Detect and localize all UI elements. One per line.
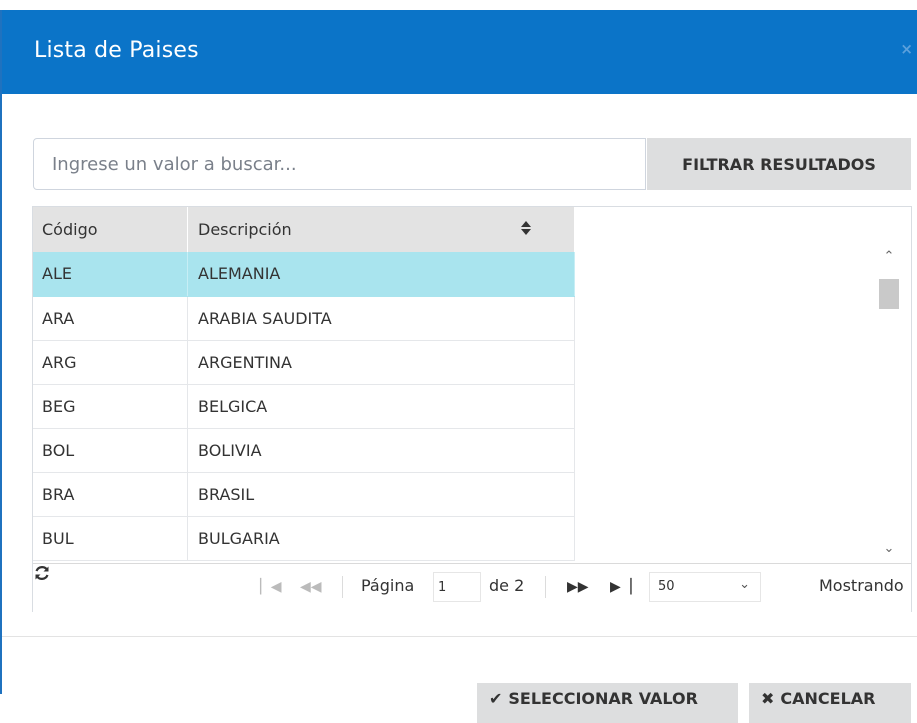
description-cell: ARGENTINA [187, 340, 575, 385]
first-page-icon[interactable]: ▏◀ [260, 579, 282, 595]
pager-info: Mostrando [819, 576, 904, 595]
filter-results-button[interactable]: FILTRAR RESULTADOS [647, 138, 911, 190]
page-size-select[interactable]: 50 ⌄ [649, 572, 761, 602]
cancel-label: CANCELAR [780, 689, 876, 708]
code-cell: BUL [33, 516, 188, 561]
search-input[interactable] [33, 138, 646, 190]
chevron-down-icon: ⌄ [739, 577, 750, 592]
table-row[interactable]: BEG BELGICA [33, 384, 575, 429]
dialog-header: Lista de Paises × [2, 10, 917, 94]
refresh-icon[interactable] [33, 564, 51, 582]
code-cell: BRA [33, 472, 188, 517]
cancel-button[interactable]: ✖ CANCELAR [749, 683, 911, 723]
column-header-descripcion-label: Descripción [198, 220, 292, 239]
next-page-icon[interactable]: ▶▶ [567, 579, 589, 595]
description-cell: BELGICA [187, 384, 575, 429]
code-cell: ARG [33, 340, 188, 385]
description-cell: BRASIL [187, 472, 575, 517]
description-cell: BOLIVIA [187, 428, 575, 473]
last-page-icon[interactable]: ▶▕ [610, 579, 632, 595]
scroll-up-icon[interactable]: ⌃ [877, 249, 901, 269]
select-value-label: SELECCIONAR VALOR [508, 689, 698, 708]
table-row[interactable]: BRA BRASIL [33, 472, 575, 517]
pager-separator [545, 576, 546, 598]
code-cell: ALE [33, 252, 188, 297]
column-header-descripcion[interactable]: Descripción [187, 207, 575, 252]
grid-table: Código Descripción ALE ALEMANIA ARA ARAB… [33, 207, 575, 561]
scrollbar-thumb[interactable] [879, 279, 899, 309]
previous-page-icon[interactable]: ◀◀ [300, 579, 322, 595]
close-icon[interactable]: × [900, 40, 913, 58]
page-number-input[interactable] [433, 572, 481, 602]
sort-icon[interactable] [520, 220, 532, 236]
footer-divider [2, 636, 917, 637]
grid-header-row: Código Descripción [33, 207, 575, 252]
code-cell: BEG [33, 384, 188, 429]
column-header-codigo[interactable]: Código [33, 207, 188, 252]
dialog-left-border [0, 10, 2, 694]
table-row[interactable]: ALE ALEMANIA [33, 252, 575, 297]
table-row[interactable]: BOL BOLIVIA [33, 428, 575, 473]
description-cell: ALEMANIA [187, 252, 575, 297]
check-icon: ✔ [489, 689, 503, 708]
description-cell: ARABIA SAUDITA [187, 296, 575, 341]
code-cell: ARA [33, 296, 188, 341]
pager-separator [342, 576, 343, 598]
page-label: Página [361, 576, 415, 595]
countries-grid: Código Descripción ALE ALEMANIA ARA ARAB… [32, 206, 912, 612]
dialog-title: Lista de Paises [34, 38, 199, 63]
table-row[interactable]: BUL BULGARIA [33, 516, 575, 561]
page-total-label: de 2 [489, 576, 525, 595]
scroll-down-icon[interactable]: ⌄ [877, 541, 901, 561]
close-icon: ✖ [761, 689, 775, 708]
vertical-scrollbar[interactable]: ⌃ ⌄ [877, 249, 901, 561]
table-row[interactable]: ARG ARGENTINA [33, 340, 575, 385]
description-cell: BULGARIA [187, 516, 575, 561]
pager: ▏◀ ◀◀ Página de 2 ▶▶ ▶▕ 50 ⌄ Mostrando [33, 563, 911, 612]
code-cell: BOL [33, 428, 188, 473]
select-value-button[interactable]: ✔ SELECCIONAR VALOR [477, 683, 738, 723]
page-size-value: 50 [658, 579, 675, 594]
table-row[interactable]: ARA ARABIA SAUDITA [33, 296, 575, 341]
